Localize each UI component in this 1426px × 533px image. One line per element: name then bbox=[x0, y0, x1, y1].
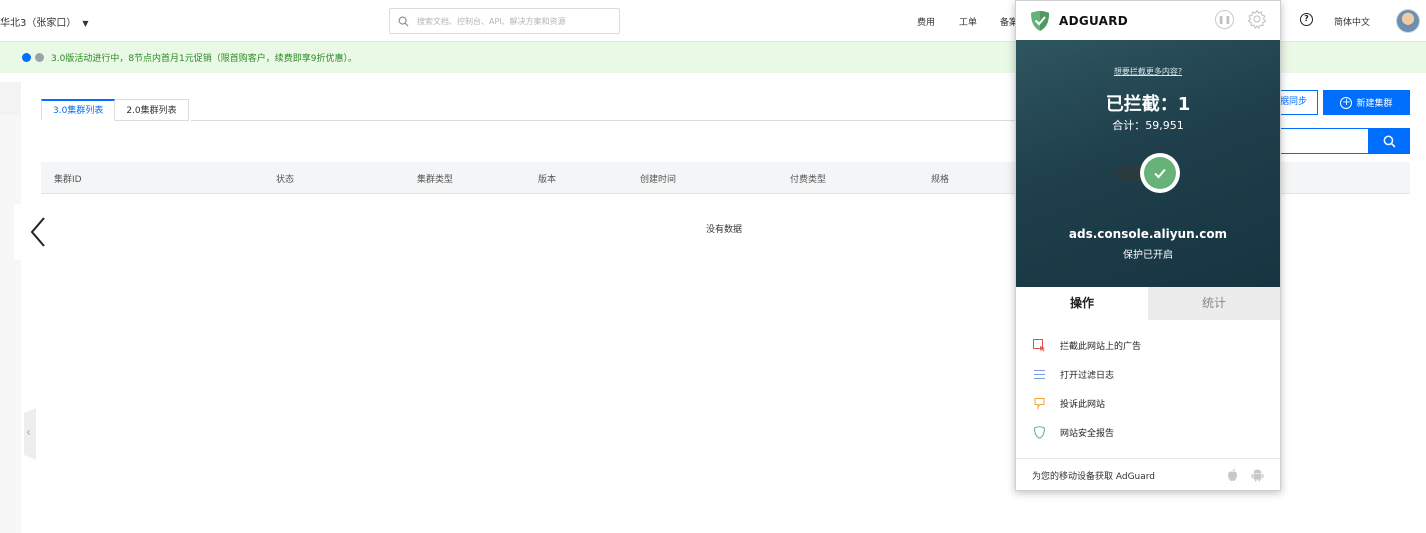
column-cluster-type: 集群类型 bbox=[417, 175, 454, 185]
nav-link-billing[interactable]: 费用 bbox=[917, 15, 935, 28]
tab-cluster-list-3[interactable]: 3.0集群列表 bbox=[41, 99, 116, 121]
back-button[interactable] bbox=[14, 204, 48, 260]
column-billing-type: 付费类型 bbox=[790, 175, 827, 185]
adguard-mobile-promo[interactable]: 为您的移动设备获取 AdGuard bbox=[1016, 458, 1280, 491]
protection-status: 保护已开启 bbox=[1123, 250, 1173, 261]
data-sync-button[interactable]: 据同步 bbox=[1280, 90, 1318, 115]
adguard-shield-icon bbox=[1031, 10, 1049, 31]
new-cluster-label: 新建集群 bbox=[1356, 99, 1393, 109]
sidebar-collapsed-item[interactable] bbox=[0, 82, 21, 115]
action-label: 投诉此网站 bbox=[1060, 400, 1106, 410]
action-block-ads[interactable]: 拦截此网站上的广告 bbox=[1016, 331, 1280, 360]
new-cluster-button[interactable]: + 新建集群 bbox=[1323, 90, 1410, 115]
promo-text[interactable]: 3.0版活动进行中，8节点内首月1元促销（限首购客户，续费即享9折优惠）。 bbox=[51, 51, 357, 64]
carousel-dot[interactable] bbox=[35, 53, 44, 62]
action-filter-log[interactable]: 打开过滤日志 bbox=[1016, 360, 1280, 389]
tab-actions[interactable]: 操作 bbox=[1016, 287, 1148, 320]
block-ad-icon bbox=[1032, 339, 1046, 353]
action-label: 打开过滤日志 bbox=[1060, 371, 1115, 381]
pause-icon[interactable]: ❚❚ bbox=[1215, 10, 1234, 29]
adguard-status-panel: 想要拦截更多内容? 已拦截：1 合计：59,951 ads.console.al… bbox=[1016, 40, 1280, 287]
caret-down-icon: ▼ bbox=[82, 19, 89, 28]
column-version: 版本 bbox=[538, 175, 557, 185]
adguard-header: ADGUARD ❚❚ bbox=[1016, 1, 1280, 40]
gear-icon[interactable] bbox=[1247, 9, 1267, 29]
adguard-popup: ADGUARD ❚❚ 想要拦截更多内容? 已拦截：1 合计：59,951 ads… bbox=[1015, 0, 1281, 491]
column-status: 状态 bbox=[276, 175, 295, 185]
adguard-action-list: 拦截此网站上的广告 打开过滤日志 投诉此网站 网站安全报告 bbox=[1016, 331, 1280, 447]
empty-state-text: 没有数据 bbox=[706, 225, 743, 235]
adguard-tabs: 操作 统计 bbox=[1016, 287, 1280, 320]
column-spec: 规格 bbox=[931, 175, 950, 185]
android-icon[interactable] bbox=[1251, 468, 1264, 482]
language-switch[interactable]: 简体中文 bbox=[1334, 15, 1370, 28]
total-count: 合计：59,951 bbox=[1112, 119, 1184, 132]
carousel-dot-active[interactable] bbox=[22, 53, 31, 62]
protection-toggle[interactable] bbox=[1140, 153, 1180, 193]
chevron-left-icon: ‹ bbox=[26, 425, 31, 439]
sidebar-collapsed bbox=[0, 115, 21, 533]
region-label: 华北3（张家口） bbox=[0, 18, 77, 29]
apple-icon[interactable] bbox=[1226, 468, 1239, 482]
adguard-brand: ADGUARD bbox=[1059, 13, 1129, 28]
mobile-promo-text: 为您的移动设备获取 AdGuard bbox=[1032, 471, 1156, 482]
filter-log-icon bbox=[1032, 368, 1046, 382]
nav-link-tickets[interactable]: 工单 bbox=[959, 15, 977, 28]
search-input[interactable] bbox=[417, 16, 607, 26]
cluster-search-button[interactable] bbox=[1369, 128, 1410, 154]
search-icon bbox=[398, 16, 409, 26]
tab-divider bbox=[191, 120, 1016, 121]
mobile-os-icons bbox=[1226, 468, 1264, 482]
site-domain: ads.console.aliyun.com bbox=[1068, 227, 1228, 241]
sidebar-expand-handle[interactable]: ‹ bbox=[24, 408, 36, 460]
global-search[interactable] bbox=[389, 8, 620, 34]
check-icon bbox=[1144, 157, 1176, 189]
tab-statistics[interactable]: 统计 bbox=[1148, 287, 1280, 320]
action-report-site[interactable]: 投诉此网站 bbox=[1016, 389, 1280, 418]
report-site-icon bbox=[1032, 397, 1046, 411]
cluster-tabs: 3.0集群列表 2.0集群列表 bbox=[41, 99, 189, 121]
cluster-search-input[interactable] bbox=[1281, 128, 1369, 154]
plus-circle-icon: + bbox=[1340, 96, 1353, 109]
action-label: 网站安全报告 bbox=[1060, 429, 1115, 439]
action-security-report[interactable]: 网站安全报告 bbox=[1016, 418, 1280, 447]
security-report-icon bbox=[1032, 426, 1046, 440]
more-blocking-link[interactable]: 想要拦截更多内容? bbox=[1016, 66, 1280, 77]
search-icon bbox=[1383, 135, 1396, 147]
tab-cluster-list-2[interactable]: 2.0集群列表 bbox=[115, 99, 189, 121]
column-created-time: 创建时间 bbox=[640, 175, 677, 185]
blocked-count: 已拦截：1 bbox=[1105, 94, 1191, 115]
region-selector[interactable]: 华北3（张家口） ▼ bbox=[0, 14, 89, 29]
column-cluster-id: 集群ID bbox=[54, 175, 82, 185]
chevron-left-icon bbox=[30, 217, 45, 247]
action-label: 拦截此网站上的广告 bbox=[1060, 342, 1142, 352]
help-icon[interactable]: ? bbox=[1300, 13, 1313, 26]
user-avatar[interactable] bbox=[1396, 9, 1420, 33]
